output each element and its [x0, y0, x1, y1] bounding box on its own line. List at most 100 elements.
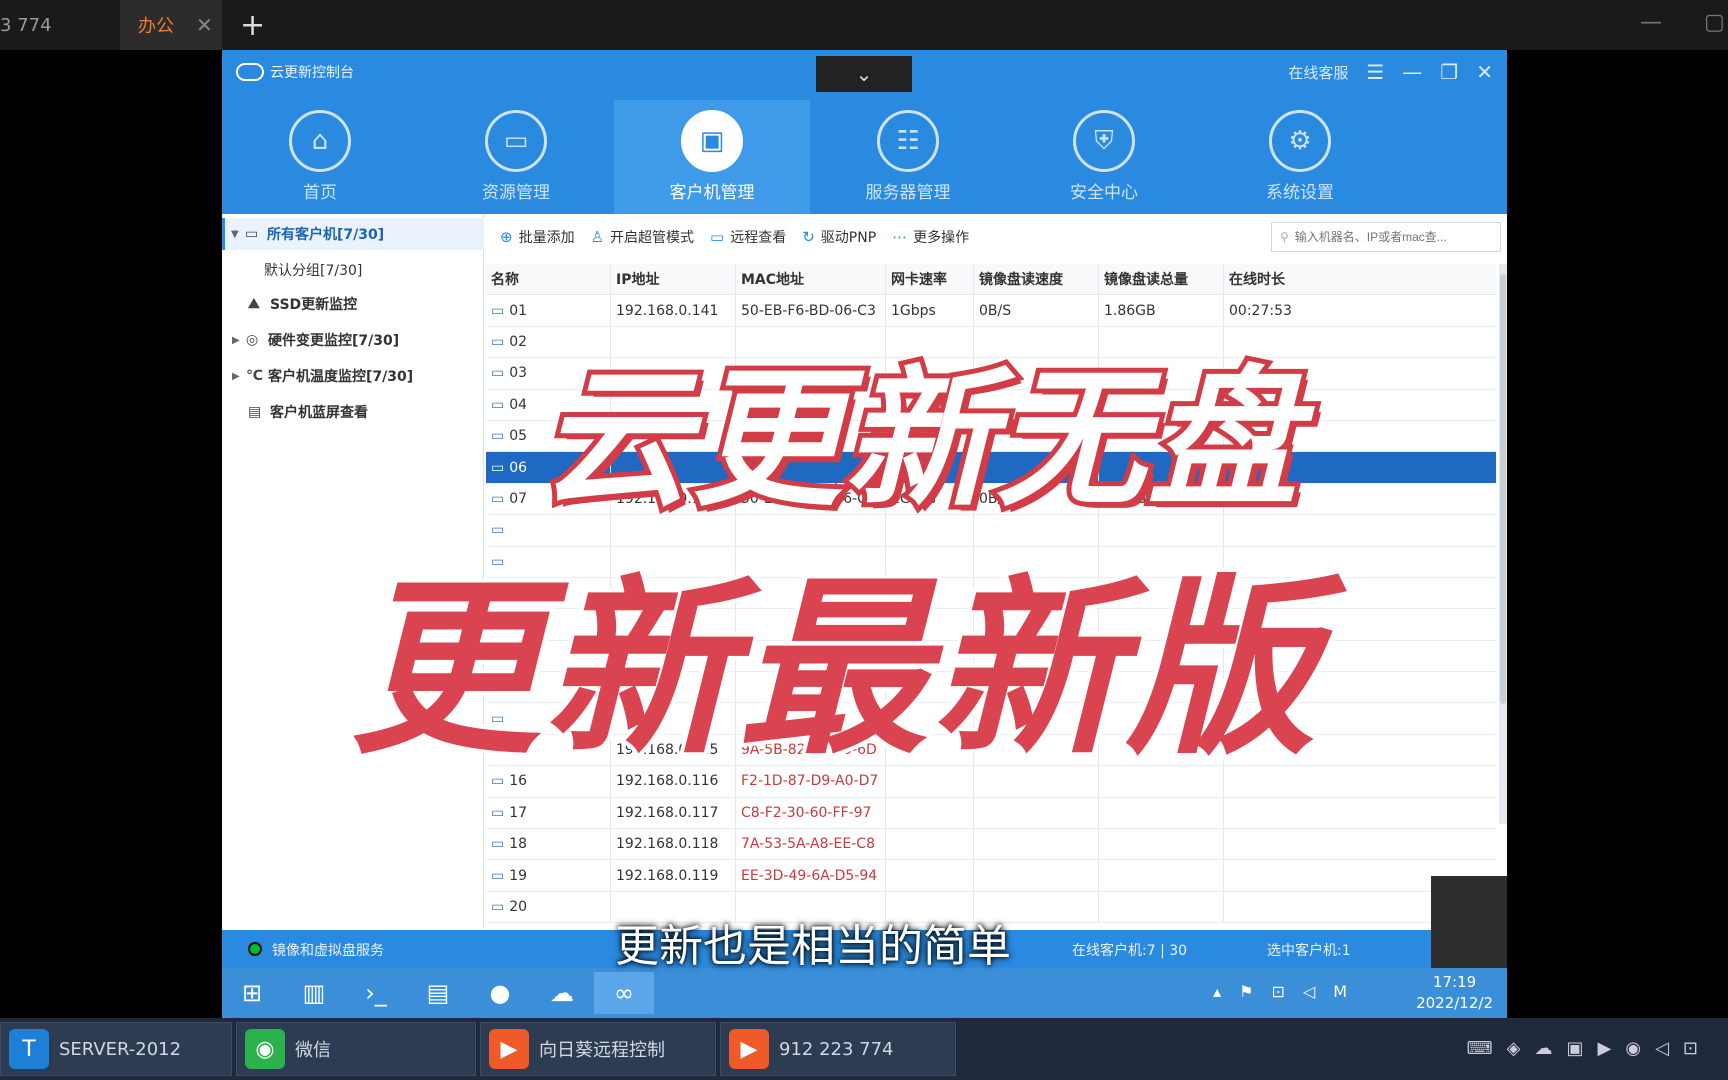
cloud-update-app-icon[interactable]: ∞	[594, 972, 654, 1014]
chevron-down-icon[interactable]: ⌄	[816, 56, 912, 92]
volume-icon[interactable]: ◁	[1303, 982, 1315, 1001]
gear-icon: ⚙	[1269, 110, 1331, 172]
server-manager-icon[interactable]: ▥	[284, 972, 344, 1014]
menu-icon[interactable]: ☰	[1366, 60, 1384, 84]
sunlogin-tray-icon[interactable]: ▶	[1598, 1038, 1612, 1059]
cell-ip-text: 192.168.0.118	[616, 836, 719, 853]
new-tab-icon[interactable]: +	[240, 8, 265, 43]
taskbar-item-remote-session[interactable]: ▶ 912 223 774	[720, 1022, 956, 1076]
sidebar-item-label: 客户机温度监控[7/30]	[268, 369, 414, 385]
cell-read-speed	[974, 797, 1099, 829]
wechat-tray-icon[interactable]: ◉	[1625, 1038, 1641, 1059]
flag-icon[interactable]: ⚑	[1239, 982, 1253, 1001]
network-icon[interactable]: ⊡	[1683, 1038, 1698, 1059]
cell-ip-text: 192.168.0.119	[616, 867, 719, 884]
user-icon: ♙	[590, 228, 605, 246]
column-header-read-total[interactable]: 镜像盘读总量	[1099, 264, 1224, 295]
nav-resource-management[interactable]: ▭ 资源管理	[418, 100, 614, 214]
taskbar-item-label: 向日葵远程控制	[539, 1040, 665, 1061]
taskbar-item-sunlogin[interactable]: ▶ 向日葵远程控制	[480, 1022, 716, 1076]
keyboard-icon[interactable]: ⌨	[1467, 1038, 1493, 1059]
search-input[interactable]	[1294, 230, 1485, 244]
restore-icon[interactable]: ❐	[1440, 60, 1458, 84]
floating-remote-panel[interactable]	[1431, 876, 1507, 968]
table-row[interactable]: ▭ 17 192.168.0.117 C8-F2-30-60-FF-97	[486, 797, 1496, 830]
remote-view-button[interactable]: ▭ 远程查看	[710, 227, 786, 247]
more-icon: ⋯	[892, 228, 908, 246]
cell-name-text: 07	[509, 490, 528, 507]
tray-expand-icon[interactable]: ▴	[1213, 982, 1221, 1001]
shield-icon: ⛨	[1073, 110, 1135, 172]
table-row[interactable]: ▭ 18 192.168.0.118 7A-53-5A-A8-EE-C8	[486, 829, 1496, 861]
remote-windows-taskbar: ⊞ ▥ ›_ ▤ ● ☁ ∞ ▴ ⚑ ⊡ ◁ M 17:19 2022/12/2	[222, 968, 1507, 1018]
sidebar-item-temperature-monitor[interactable]: ▶ ℃ 客户机温度监控[7/30]	[222, 360, 413, 392]
sidebar-item-ssd-monitor[interactable]: ⛰ SSD更新监控	[222, 288, 357, 320]
expand-arrow-icon[interactable]: ▼	[231, 229, 245, 240]
taskbar-item-server[interactable]: T SERVER-2012	[0, 1022, 232, 1076]
host-taskbar: T SERVER-2012 ◉ 微信 ▶ 向日葵远程控制 ▶ 912 223 7…	[0, 1018, 1728, 1080]
sidebar-item-hardware-monitor[interactable]: ▶ ◎ 硬件变更监控[7/30]	[222, 324, 399, 356]
clock[interactable]: 17:19 2022/12/2	[1416, 972, 1493, 1014]
expand-arrow-icon[interactable]: ▶	[232, 335, 246, 346]
folder-icon: ▭	[485, 110, 547, 172]
batch-add-button[interactable]: ⊕ 批量添加	[500, 227, 575, 247]
table-header: 名称 IP地址 MAC地址 网卡速率 镜像盘读速度 镜像盘读总量 在线时长	[486, 264, 1496, 296]
column-header-nic-speed[interactable]: 网卡速率	[886, 264, 974, 295]
nav-label: 资源管理	[482, 183, 550, 203]
nav-server-management[interactable]: ☷ 服务器管理	[810, 100, 1006, 214]
search-icon: ⚲	[1280, 230, 1289, 244]
close-icon[interactable]: ✕	[196, 13, 213, 37]
button-label: 更多操作	[913, 230, 970, 246]
column-header-ip[interactable]: IP地址	[611, 264, 736, 295]
windows-start-icon[interactable]: ⊞	[222, 972, 282, 1014]
cell-read-total	[1099, 891, 1224, 923]
column-header-name[interactable]: 名称	[486, 264, 611, 295]
table-scrollbar[interactable]	[1499, 264, 1507, 824]
cloud-tray-icon[interactable]: ☁	[1534, 1038, 1552, 1059]
cell-nic-speed-text: 1Gbps	[891, 302, 936, 319]
tab-office[interactable]: 办公 ✕	[120, 0, 222, 50]
monitor-icon: ▭	[491, 459, 505, 476]
online-service-link[interactable]: 在线客服	[1288, 62, 1348, 83]
tab-remote-session[interactable]: 3 774	[0, 0, 96, 50]
sidebar-item-bluescreen-view[interactable]: ▤ 客户机蓝屏查看	[222, 396, 368, 428]
nav-home[interactable]: ⌂ 首页	[222, 100, 418, 214]
taskbar-item-wechat[interactable]: ◉ 微信	[236, 1022, 476, 1076]
sidebar-item-all-clients[interactable]: ▼ ▭ 所有客户机[7/30]	[222, 218, 484, 250]
driver-pnp-button[interactable]: ↻ 驱动PNP	[802, 227, 876, 247]
column-header-mac[interactable]: MAC地址	[736, 264, 886, 295]
system-tray: ▴ ⚑ ⊡ ◁ M	[1213, 982, 1347, 1001]
sidebar-item-default-group[interactable]: 默认分组[7/30]	[222, 254, 362, 286]
tray-app-icon[interactable]: ◈	[1507, 1038, 1521, 1059]
network-icon[interactable]: ⊡	[1271, 982, 1284, 1001]
nav-security-center[interactable]: ⛨ 安全中心	[1006, 100, 1202, 214]
cell-name-text: 20	[509, 899, 528, 915]
cell-mac: C8-F2-30-60-FF-97	[736, 797, 886, 829]
cell-nic-speed	[886, 829, 974, 860]
cloud-app-icon[interactable]: ☁	[532, 972, 592, 1014]
scrollbar-thumb[interactable]	[1500, 274, 1506, 704]
taskbar-item-label: SERVER-2012	[59, 1038, 182, 1060]
expand-arrow-icon[interactable]: ▶	[232, 371, 246, 382]
file-explorer-icon[interactable]: ▤	[408, 972, 468, 1014]
cell-read-speed	[974, 860, 1099, 891]
column-header-read-speed[interactable]: 镜像盘读速度	[974, 264, 1099, 295]
cell-ip-text: 192.168.0.141	[616, 302, 719, 319]
column-header-online-time[interactable]: 在线时长	[1224, 264, 1496, 294]
sidebar-item-label: 默认分组[7/30]	[264, 263, 363, 279]
game-icon[interactable]: ●	[470, 972, 530, 1014]
minimize-icon[interactable]: —	[1640, 10, 1662, 35]
button-label: 驱动PNP	[820, 230, 877, 246]
ime-indicator[interactable]: M	[1333, 982, 1347, 1001]
more-actions-button[interactable]: ⋯ 更多操作	[892, 227, 969, 247]
minimize-icon[interactable]: —	[1402, 60, 1422, 84]
remote-tray-icon[interactable]: ▣	[1566, 1038, 1583, 1059]
close-icon[interactable]: ✕	[1476, 60, 1493, 84]
powershell-icon[interactable]: ›_	[346, 972, 406, 1014]
table-row[interactable]: ▭ 19 192.168.0.119 EE-3D-49-6A-D5-94	[486, 860, 1496, 892]
nav-system-settings[interactable]: ⚙ 系统设置	[1202, 100, 1398, 214]
volume-icon[interactable]: ◁	[1655, 1038, 1669, 1059]
super-mode-button[interactable]: ♙ 开启超管模式	[591, 227, 694, 247]
maximize-icon[interactable]: ▢	[1704, 10, 1725, 35]
nav-client-management[interactable]: ▣ 客户机管理	[614, 100, 810, 214]
